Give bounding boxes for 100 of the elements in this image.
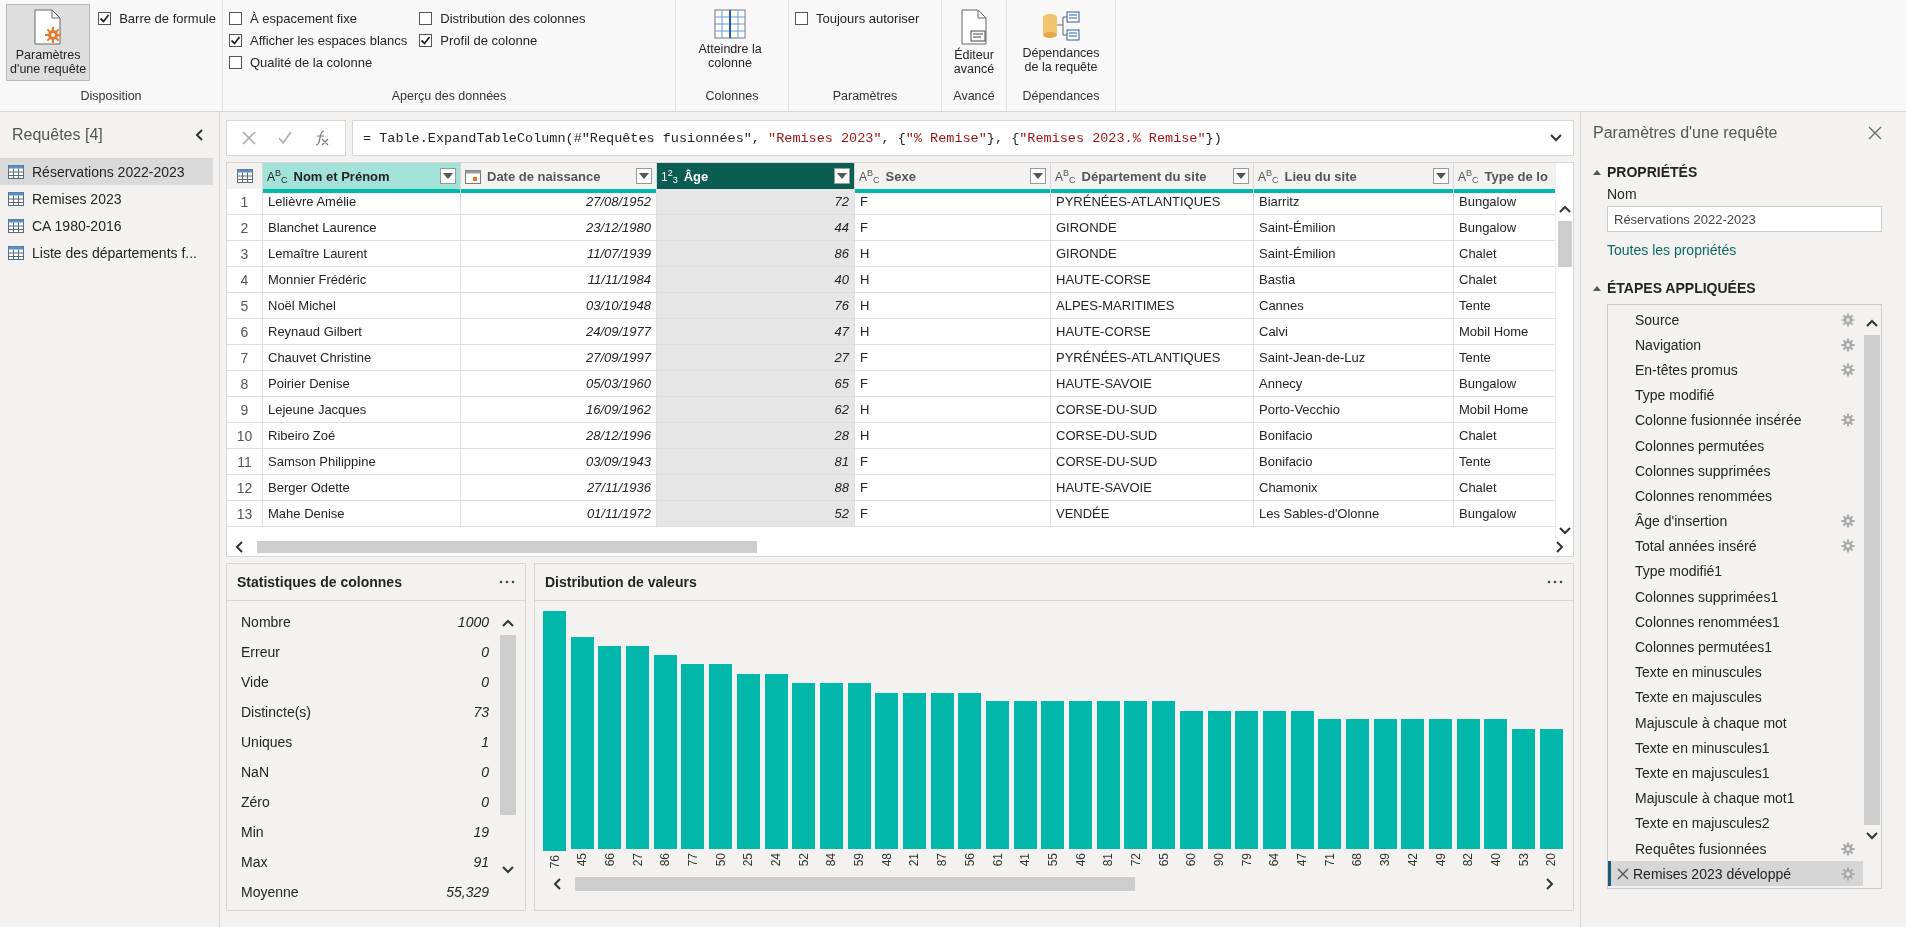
step-item[interactable]: Texte en majuscules1 bbox=[1608, 760, 1863, 786]
scrollbar-thumb[interactable] bbox=[1864, 335, 1880, 825]
step-item[interactable]: Texte en majuscules bbox=[1608, 684, 1863, 710]
filter-button[interactable] bbox=[1030, 168, 1046, 184]
formula-field[interactable]: = Table.ExpandTableColumn(#"Requêtes fusionnées", "Remises 2023", {"% Remise"}, {"Remises 2023.% Remise"}) bbox=[352, 120, 1574, 156]
checkbox-label[interactable]: Toujours autoriser bbox=[816, 10, 920, 26]
query-item[interactable]: CA 1980-2016 bbox=[0, 212, 213, 239]
step-item[interactable]: En-têtes promus bbox=[1608, 357, 1863, 383]
checkbox[interactable] bbox=[229, 55, 242, 69]
scrollbar-thumb[interactable] bbox=[500, 635, 516, 815]
ribbon-button[interactable]: Atteindre la colonne bbox=[682, 4, 778, 75]
step-item[interactable]: Texte en majuscules2 bbox=[1608, 810, 1863, 836]
table-cell: Lemaître Laurent bbox=[263, 241, 461, 267]
bar-label: 52 bbox=[796, 853, 811, 867]
column-header[interactable]: Date de naissance bbox=[461, 163, 657, 193]
step-item[interactable]: Colonnes renommées1 bbox=[1608, 609, 1863, 635]
filter-button[interactable] bbox=[636, 168, 652, 184]
table-cell: Noël Michel bbox=[263, 293, 461, 319]
step-item[interactable]: Navigation bbox=[1608, 332, 1863, 358]
checkbox[interactable] bbox=[795, 11, 808, 25]
function-icon[interactable] bbox=[313, 129, 331, 147]
step-item[interactable]: Type modifié1 bbox=[1608, 558, 1863, 585]
checkbox[interactable] bbox=[98, 11, 112, 25]
checkbox-label[interactable]: Qualité de la colonne bbox=[250, 54, 373, 70]
checkbox-label[interactable]: À espacement fixe bbox=[250, 10, 357, 26]
step-item[interactable]: Colonnes supprimées1 bbox=[1608, 584, 1863, 610]
table-cell: CORSE-DU-SUD bbox=[1051, 423, 1254, 449]
checkbox-label[interactable]: Profil de colonne bbox=[440, 32, 538, 48]
table-cell: CORSE-DU-SUD bbox=[1051, 449, 1254, 475]
column-name: Type de lo bbox=[1484, 168, 1549, 184]
scrollbar-thumb[interactable] bbox=[1557, 221, 1572, 267]
ribbon-button[interactable]: Paramètres d'une requête bbox=[6, 4, 91, 81]
checkbox-label[interactable]: Barre de formule bbox=[119, 10, 216, 26]
more-icon[interactable] bbox=[499, 580, 515, 584]
column-header[interactable]: A$^{B}$$_{C}$ Département du site bbox=[1051, 163, 1254, 193]
stat-value: 0 bbox=[481, 674, 489, 690]
stat-value: 0 bbox=[481, 764, 489, 780]
step-item[interactable]: Colonnes supprimées bbox=[1608, 458, 1863, 484]
table-cell: PYRÉNÉES-ATLANTIQUES bbox=[1051, 189, 1254, 215]
step-item[interactable]: Source bbox=[1608, 307, 1863, 333]
step-item[interactable]: Âge d'insertion bbox=[1608, 508, 1863, 534]
step-item[interactable]: Texte en minuscules bbox=[1608, 659, 1863, 685]
step-item[interactable]: Colonnes permutées bbox=[1608, 432, 1863, 459]
checkbox-label[interactable]: Distribution des colonnes bbox=[440, 10, 586, 26]
step-item[interactable]: Remises 2023 développé bbox=[1608, 861, 1863, 887]
query-item[interactable]: Réservations 2022-2023 bbox=[0, 158, 213, 185]
row-number: 12 bbox=[227, 475, 263, 501]
ribbon-button[interactable]: Éditeur avancé bbox=[948, 4, 1000, 81]
filter-button[interactable] bbox=[1233, 168, 1249, 184]
bar-label: 56 bbox=[962, 853, 977, 867]
step-item[interactable]: Majuscule à chaque mot bbox=[1608, 710, 1863, 736]
query-item[interactable]: Liste des départements f... bbox=[0, 239, 213, 266]
scrollbar-thumb[interactable] bbox=[257, 541, 757, 553]
filter-button[interactable] bbox=[1433, 168, 1449, 184]
filter-button[interactable] bbox=[834, 168, 850, 184]
table-icon bbox=[8, 218, 24, 233]
step-item[interactable]: Requêtes fusionnées bbox=[1608, 835, 1863, 862]
checkbox[interactable] bbox=[229, 11, 242, 25]
scrollbar-thumb[interactable] bbox=[575, 877, 1135, 891]
row-number: 8 bbox=[227, 371, 263, 397]
checkbox-label[interactable]: Afficher les espaces blancs bbox=[250, 32, 408, 48]
query-item[interactable]: Remises 2023 bbox=[0, 185, 213, 212]
bar-label: 55 bbox=[1045, 853, 1060, 867]
bar-label: 84 bbox=[824, 853, 839, 867]
panel-title: Requêtes [4] bbox=[12, 126, 103, 144]
table-cell: H bbox=[855, 293, 1051, 319]
column-header[interactable]: A$^{B}$$_{C}$ Type de lo bbox=[1454, 163, 1555, 193]
more-icon[interactable] bbox=[1547, 580, 1563, 584]
close-icon[interactable] bbox=[1868, 126, 1882, 140]
table-icon bbox=[8, 245, 24, 260]
row-number: 5 bbox=[227, 293, 263, 319]
document-icon bbox=[959, 9, 989, 45]
step-item[interactable]: Type modifié bbox=[1608, 382, 1863, 408]
stat-value: 55,329 bbox=[446, 884, 489, 900]
table-cell: Blanchet Laurence bbox=[263, 215, 461, 241]
step-item[interactable]: Majuscule à chaque mot1 bbox=[1608, 785, 1863, 811]
column-header[interactable]: A$^{B}$$_{C}$ Nom et Prénom bbox=[263, 163, 461, 193]
filter-button[interactable] bbox=[440, 168, 456, 184]
link[interactable]: Toutes les propriétés bbox=[1607, 242, 1737, 258]
panel-title: Distribution de valeurs bbox=[545, 574, 697, 590]
bar-label: 86 bbox=[658, 853, 673, 867]
step-item[interactable]: Colonnes permutées1 bbox=[1608, 634, 1863, 660]
step-item[interactable]: Total années inséré bbox=[1608, 533, 1863, 559]
ribbon-button[interactable]: Dépendances de la requête bbox=[1013, 4, 1109, 79]
column-header[interactable]: A$^{B}$$_{C}$ Lieu du site bbox=[1254, 163, 1454, 193]
section-heading: ÉTAPES APPLIQUÉES bbox=[1607, 280, 1756, 296]
table-cell: Lejeune Jacques bbox=[263, 397, 461, 423]
step-item[interactable]: Texte en minuscules1 bbox=[1608, 735, 1863, 761]
checkbox[interactable] bbox=[229, 33, 242, 47]
bar-label: 42 bbox=[1405, 853, 1420, 867]
stat-value: 91 bbox=[473, 854, 489, 870]
checkbox[interactable] bbox=[419, 11, 433, 25]
column-name: Département du site bbox=[1081, 168, 1208, 184]
column-header[interactable]: A$^{B}$$_{C}$ Sexe bbox=[855, 163, 1051, 193]
name-field[interactable]: Réservations 2022-2023 bbox=[1607, 206, 1882, 232]
step-item[interactable]: Colonne fusionnée insérée bbox=[1608, 407, 1863, 433]
step-item[interactable]: Colonnes renommées bbox=[1608, 483, 1863, 509]
checkbox[interactable] bbox=[419, 33, 433, 47]
delete-icon[interactable] bbox=[1617, 867, 1629, 880]
check-icon[interactable] bbox=[277, 130, 293, 146]
